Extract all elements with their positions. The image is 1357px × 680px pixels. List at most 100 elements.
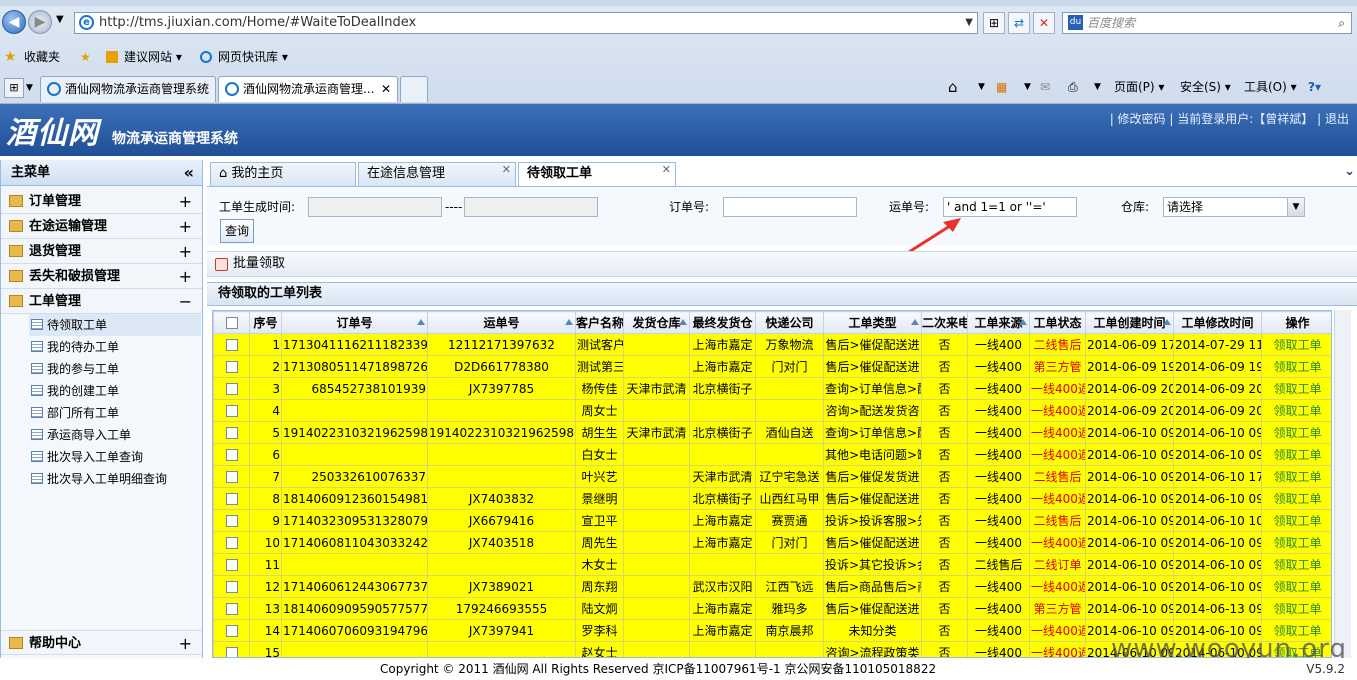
safety-menu[interactable]: 安全(S) ▾ [1180, 76, 1231, 98]
quick-tabs-icon[interactable]: ⊞ [4, 78, 24, 98]
claim-ticket-link[interactable]: 领取工单 [1261, 421, 1331, 444]
order-no-field[interactable] [723, 197, 857, 217]
browser-tab-1[interactable]: 酒仙网物流承运商管理系统 [40, 76, 216, 102]
search-icon[interactable]: ⌕ [1338, 13, 1345, 33]
row-checkbox[interactable] [225, 493, 238, 505]
row-select-cell[interactable] [213, 333, 250, 356]
sidebar-item-batch-detail[interactable]: 批次导入工单明细查询 [29, 468, 167, 490]
sidebar-item-batch-query[interactable]: 批次导入工单查询 [29, 446, 143, 468]
address-dropdown-icon[interactable]: ▼ [965, 13, 973, 33]
collapse-group-icon[interactable]: − [179, 289, 192, 314]
tab-list-icon[interactable]: ▼ [26, 78, 38, 98]
table-row[interactable]: 10 17140608110430332422 JX7403518 周先生 上海市嘉定门… [213, 531, 1331, 554]
table-row[interactable]: 4 周女士 咨询>配送发货咨否一线400 一线400返 2014-06-09 20 201… [213, 399, 1331, 422]
row-checkbox[interactable] [225, 361, 238, 373]
table-row[interactable]: 11 木女士 投诉>其它投诉>会否二线售后 二线订单 2014-06-10 09 2014… [213, 553, 1331, 576]
created-start-field[interactable] [308, 197, 442, 217]
row-select-cell[interactable] [213, 641, 250, 657]
suggested-sites-link[interactable]: 建议网站 ▾ [124, 44, 182, 70]
row-select-cell[interactable] [213, 377, 250, 400]
sidebar-item-my-todo[interactable]: 我的待办工单 [29, 336, 119, 358]
row-checkbox[interactable] [225, 471, 238, 483]
feeds-dropdown-icon[interactable]: ▼ [1024, 76, 1031, 98]
sidebar-item-carrier-import[interactable]: 承运商导入工单 [29, 424, 131, 446]
row-select-cell[interactable] [213, 487, 250, 510]
collapse-icon[interactable]: « [184, 160, 194, 186]
column-header[interactable]: 订单号 [281, 311, 428, 334]
chevron-down-icon[interactable]: ▼ [1287, 198, 1304, 216]
row-select-cell[interactable] [213, 597, 250, 620]
column-header[interactable]: 运单号 [427, 311, 576, 334]
claim-ticket-link[interactable]: 领取工单 [1261, 333, 1331, 356]
table-row[interactable]: 6 白女士 其他>电话问题>缺否一线400 一线400返 2014-06-10 09 20… [213, 443, 1331, 466]
tab-home[interactable]: ⌂ 我的主页 [210, 162, 356, 186]
page-menu[interactable]: 页面(P) ▾ [1114, 76, 1164, 98]
forward-arrow-icon[interactable]: ▶ [28, 10, 52, 34]
batch-claim-button[interactable]: 批量领取 [233, 256, 285, 271]
sort-asc-icon[interactable] [679, 319, 687, 325]
column-header[interactable]: 快递公司 [755, 311, 824, 334]
row-checkbox[interactable] [225, 647, 238, 657]
sidebar-item-my-participated[interactable]: 我的参与工单 [29, 358, 119, 380]
column-header[interactable]: 客户名称 [575, 311, 624, 334]
print-icon[interactable]: ⎙ [1068, 76, 1078, 98]
address-bar[interactable]: e http://tms.jiuxian.com/Home/#WaiteToDe… [74, 12, 978, 34]
row-checkbox[interactable] [225, 449, 238, 461]
sidebar-group-help[interactable]: 帮助中心 + [1, 630, 202, 655]
change-password-link[interactable]: 修改密码 [1118, 112, 1166, 126]
column-header[interactable]: 序号 [249, 311, 282, 334]
table-row[interactable]: 1 17130411162111823390 12112171397632 测试客户 上… [213, 333, 1331, 356]
waybill-no-field[interactable]: ' and 1=1 or ''=' [943, 197, 1077, 217]
expand-icon[interactable]: + [179, 189, 192, 214]
table-row[interactable]: 2 17130805114718987263 D2D661778380 测试第三 上海市… [213, 355, 1331, 378]
sidebar-item-pending-claim[interactable]: 待领取工单 [29, 314, 201, 336]
query-button[interactable]: 查询 [220, 219, 254, 243]
column-header[interactable]: 工单来源 [967, 311, 1030, 334]
table-row[interactable]: 13 18140609095905775773 179246693555 陆文炯 上海市… [213, 597, 1331, 620]
back-arrow-icon[interactable]: ◀ [2, 10, 26, 34]
column-header[interactable]: 二次来电 [921, 311, 968, 334]
browser-tab-2[interactable]: 酒仙网物流承运商管理... ✕ [218, 76, 398, 102]
sidebar-group-orders[interactable]: 订单管理 + [1, 189, 202, 214]
close-icon[interactable]: ✕ [502, 159, 511, 181]
sort-asc-icon[interactable] [565, 319, 573, 325]
table-row[interactable]: 9 17140323095313280798 JX6679416 宣卫平 上海市嘉定 赛贾… [213, 509, 1331, 532]
row-checkbox[interactable] [225, 427, 238, 439]
sidebar-group-returns[interactable]: 退货管理 + [1, 239, 202, 264]
print-dropdown-icon[interactable]: ▼ [1094, 76, 1101, 98]
web-slice-link[interactable]: 网页快讯库 ▾ [218, 44, 288, 70]
sidebar-group-tickets[interactable]: 工单管理 − [1, 289, 202, 314]
column-header[interactable]: 工单状态 [1029, 311, 1086, 334]
favorites-button[interactable]: 收藏夹 [24, 44, 60, 70]
sidebar-item-department[interactable]: 部门所有工单 [29, 402, 119, 424]
row-select-cell[interactable] [213, 531, 250, 554]
sort-asc-icon[interactable] [1019, 319, 1027, 325]
sidebar-group-transit[interactable]: 在途运输管理 + [1, 214, 202, 239]
warehouse-select[interactable]: 请选择 ▼ [1163, 197, 1305, 217]
row-select-cell[interactable] [213, 465, 250, 488]
table-row[interactable]: 8 18140609123601549814 JX7403832 景继明 北京横街子 山西… [213, 487, 1331, 510]
tools-menu[interactable]: 工具(O) ▾ [1244, 76, 1297, 98]
claim-ticket-link[interactable]: 领取工单 [1261, 377, 1331, 400]
row-checkbox[interactable] [225, 559, 238, 571]
claim-ticket-link[interactable]: 领取工单 [1261, 553, 1331, 576]
expand-icon[interactable]: + [179, 264, 192, 289]
help-icon[interactable]: ?▾ [1308, 76, 1321, 98]
close-tab-icon[interactable]: ✕ [381, 77, 391, 101]
sort-asc-icon[interactable] [911, 319, 919, 325]
column-header[interactable]: 工单修改时间 [1173, 311, 1262, 334]
row-select-cell[interactable] [213, 509, 250, 532]
row-checkbox[interactable] [225, 515, 238, 527]
column-header[interactable]: 操作 [1261, 311, 1331, 334]
compat-view-icon[interactable]: ⊞ [983, 12, 1005, 34]
claim-ticket-link[interactable]: 领取工单 [1261, 487, 1331, 510]
table-row[interactable]: 5 19140223103219625986 1914022310321962598… [213, 421, 1331, 444]
grid-scrollbar[interactable] [1334, 310, 1351, 658]
row-select-cell[interactable] [213, 575, 250, 598]
claim-ticket-link[interactable]: 领取工单 [1261, 355, 1331, 378]
claim-ticket-link[interactable]: 领取工单 [1261, 575, 1331, 598]
new-tab-button[interactable] [400, 76, 428, 102]
row-checkbox[interactable] [225, 625, 238, 637]
claim-ticket-link[interactable]: 领取工单 [1261, 531, 1331, 554]
row-select-cell[interactable] [213, 399, 250, 422]
